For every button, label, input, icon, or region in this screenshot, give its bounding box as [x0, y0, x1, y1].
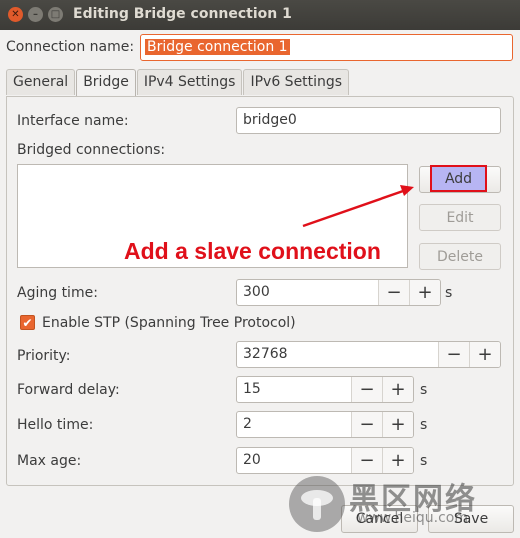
hello-time-unit: s [420, 417, 428, 433]
bridged-connections-label: Bridged connections: [17, 142, 166, 158]
tab-bar: General Bridge IPv4 Settings IPv6 Settin… [6, 69, 350, 97]
max-age-decrease-button[interactable]: − [351, 448, 382, 473]
connection-name-label: Connection name: [6, 39, 135, 55]
forward-delay-spinner[interactable]: 15 − + [236, 376, 414, 403]
add-button-label: Add [444, 170, 473, 187]
hello-time-label: Hello time: [17, 417, 94, 433]
delete-button[interactable]: Delete [419, 243, 501, 270]
maximize-icon[interactable]: □ [48, 7, 63, 22]
priority-value[interactable]: 32768 [237, 342, 438, 367]
interface-name-label: Interface name: [17, 113, 129, 129]
forward-delay-value[interactable]: 15 [237, 377, 351, 402]
enable-stp-checkbox[interactable]: ✔ [20, 315, 35, 330]
forward-delay-unit: s [420, 382, 428, 398]
priority-label: Priority: [17, 348, 71, 364]
enable-stp-label[interactable]: Enable STP (Spanning Tree Protocol) [42, 315, 296, 331]
hello-time-decrease-button[interactable]: − [351, 412, 382, 437]
max-age-value[interactable]: 20 [237, 448, 351, 473]
aging-time-value[interactable]: 300 [237, 280, 378, 305]
interface-name-input[interactable]: bridge0 [236, 107, 501, 134]
hello-time-value[interactable]: 2 [237, 412, 351, 437]
hello-time-increase-button[interactable]: + [382, 412, 413, 437]
max-age-unit: s [420, 453, 428, 469]
window-title: Editing Bridge connection 1 [73, 6, 292, 22]
aging-time-spinner[interactable]: 300 − + [236, 279, 441, 306]
aging-time-decrease-button[interactable]: − [378, 280, 409, 305]
priority-increase-button[interactable]: + [469, 342, 500, 367]
max-age-spinner[interactable]: 20 − + [236, 447, 414, 474]
tab-bridge[interactable]: Bridge [76, 69, 136, 97]
forward-delay-label: Forward delay: [17, 382, 120, 398]
priority-decrease-button[interactable]: − [438, 342, 469, 367]
priority-spinner[interactable]: 32768 − + [236, 341, 501, 368]
max-age-increase-button[interactable]: + [382, 448, 413, 473]
minimize-icon[interactable]: – [28, 7, 43, 22]
save-button[interactable]: Save [428, 505, 514, 533]
title-bar: ✕ – □ Editing Bridge connection 1 [0, 0, 520, 30]
connection-name-input[interactable]: Bridge connection 1 [140, 34, 513, 61]
tab-ipv4-settings[interactable]: IPv4 Settings [136, 69, 243, 95]
tab-ipv6-settings[interactable]: IPv6 Settings [243, 69, 350, 95]
aging-time-increase-button[interactable]: + [409, 280, 440, 305]
add-button-highlight[interactable]: Add [430, 165, 487, 192]
hello-time-spinner[interactable]: 2 − + [236, 411, 414, 438]
edit-button[interactable]: Edit [419, 204, 501, 231]
aging-time-unit: s [445, 285, 453, 301]
forward-delay-increase-button[interactable]: + [382, 377, 413, 402]
aging-time-label: Aging time: [17, 285, 98, 301]
max-age-label: Max age: [17, 453, 82, 469]
annotation-text: Add a slave connection [124, 238, 381, 264]
forward-delay-decrease-button[interactable]: − [351, 377, 382, 402]
cancel-button[interactable]: Cancel [341, 505, 418, 533]
connection-name-value: Bridge connection 1 [145, 39, 290, 55]
tab-general[interactable]: General [6, 69, 76, 95]
close-icon[interactable]: ✕ [8, 7, 23, 22]
